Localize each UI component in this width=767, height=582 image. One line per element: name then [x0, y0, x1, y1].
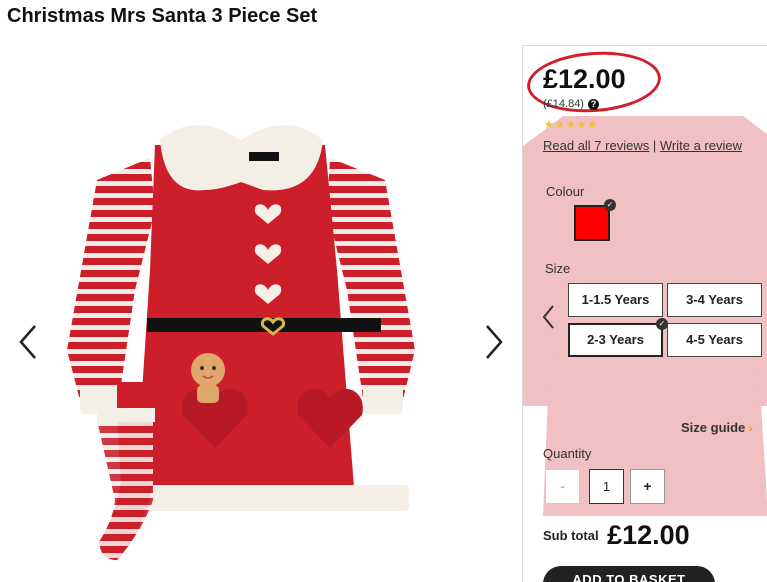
- size-option-1-1-5-years[interactable]: 1-1.5 Years: [568, 283, 663, 317]
- chevron-right-icon: ›: [748, 423, 753, 435]
- page-title: Christmas Mrs Santa 3 Piece Set: [7, 5, 318, 27]
- reviews-separator: |: [652, 138, 657, 153]
- size-guide-link[interactable]: Size guide ›: [681, 420, 753, 435]
- subtotal-value: £12.00: [607, 520, 690, 550]
- size-option-4-5-years[interactable]: 4-5 Years: [667, 323, 762, 357]
- product-gallery: [0, 40, 520, 581]
- size-prev-arrow-icon[interactable]: [541, 304, 555, 330]
- subtotal-label: Sub total: [543, 528, 599, 543]
- read-reviews-link[interactable]: Read all 7 reviews: [543, 138, 649, 153]
- colour-label: Colour: [546, 184, 585, 199]
- reviews-links: Read all 7 reviews | Write a review: [543, 138, 742, 153]
- size-option-3-4-years[interactable]: 3-4 Years: [667, 283, 762, 317]
- price-help-icon[interactable]: ?: [587, 99, 599, 110]
- subtotal: Sub total £12.00: [543, 520, 690, 551]
- was-price: (£14.84)?: [543, 98, 599, 110]
- purchase-panel: £12.00 (£14.84)? ★★★★★ Read all 7 review…: [522, 45, 767, 582]
- size-label: Size: [545, 261, 571, 276]
- add-to-basket-button[interactable]: ADD TO BASKET: [543, 566, 715, 582]
- quantity-label: Quantity: [543, 446, 592, 461]
- product-image[interactable]: [55, 90, 465, 580]
- size-selected-check-icon: ✓: [656, 318, 668, 330]
- size-option-2-3-years[interactable]: 2-3 Years: [568, 323, 663, 357]
- quantity-decrease-button[interactable]: -: [545, 469, 580, 504]
- current-price: £12.00: [543, 64, 626, 94]
- write-review-link[interactable]: Write a review: [660, 138, 742, 153]
- quantity-increase-button[interactable]: +: [630, 469, 665, 504]
- colour-check-icon: ✓: [604, 199, 616, 211]
- colour-swatch-red[interactable]: [574, 205, 610, 241]
- gallery-next-arrow-icon[interactable]: [478, 322, 508, 362]
- gallery-prev-arrow-icon[interactable]: [14, 322, 44, 362]
- quantity-input[interactable]: [589, 469, 624, 504]
- rating-stars-icon: ★★★★★: [544, 119, 599, 131]
